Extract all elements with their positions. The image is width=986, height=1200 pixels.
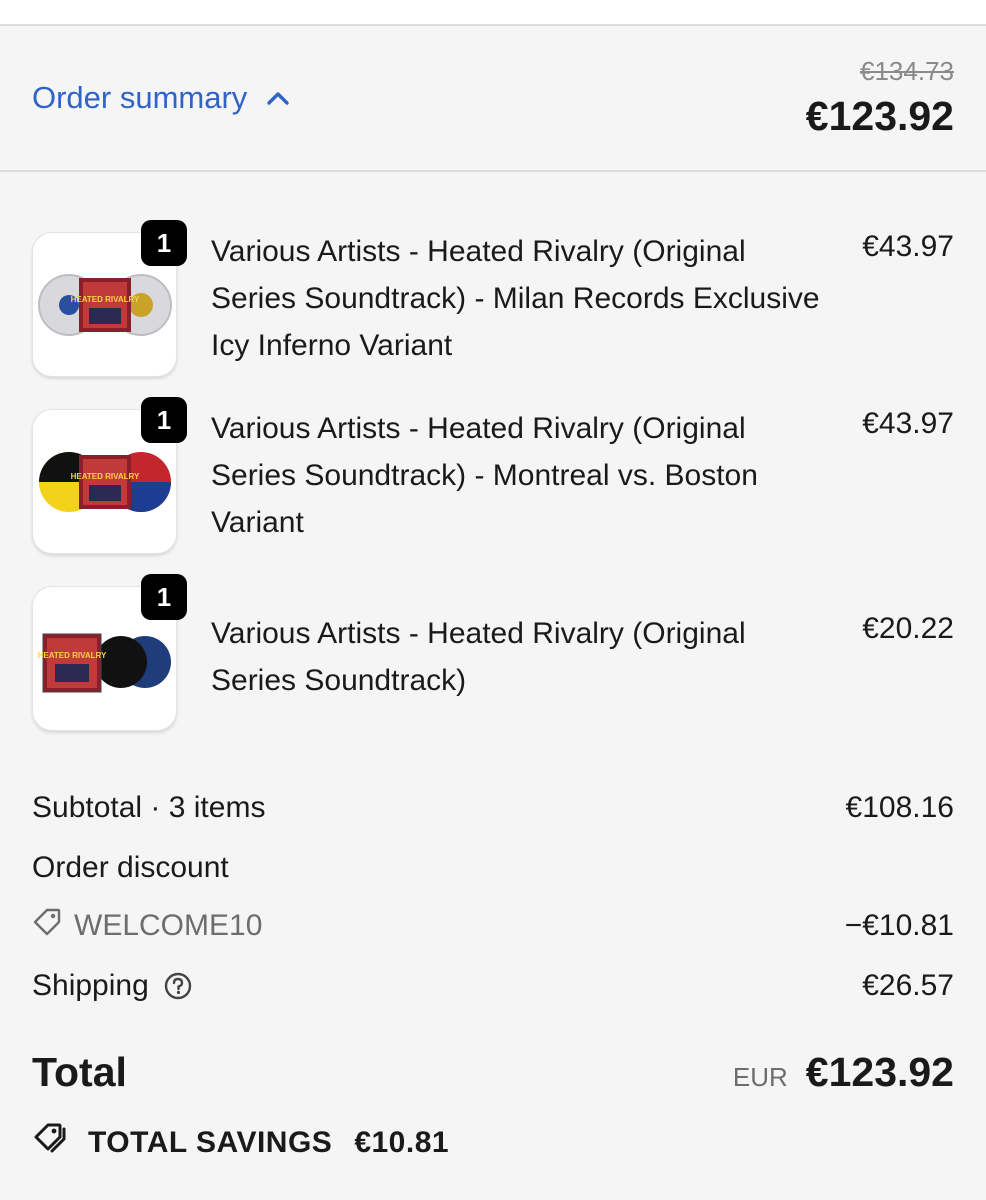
line-item: HEATED RIVALRY 1 Various Artists - Heate…	[32, 397, 954, 554]
order-summary-toggle[interactable]: Order summary	[32, 80, 291, 116]
shipping-value: €26.57	[862, 969, 954, 1002]
chevron-up-icon[interactable]	[265, 85, 291, 111]
order-summary-label[interactable]: Order summary	[32, 80, 247, 116]
total-savings: TOTAL SAVINGS €10.81	[32, 1122, 954, 1164]
total-value: €123.92	[805, 1049, 954, 1095]
quantity-badge: 1	[141, 397, 187, 443]
order-discount-label: Order discount	[32, 851, 229, 884]
subtotal-row: Subtotal · 3 items €108.16	[32, 791, 954, 825]
header-total-price: €123.92	[805, 93, 954, 139]
subtotal-label: Subtotal · 3 items	[32, 791, 266, 824]
order-discount-row: Order discount	[32, 851, 954, 885]
quantity-badge: 1	[141, 574, 187, 620]
product-price: €43.97	[862, 230, 954, 263]
total-amount: EUR €123.92	[733, 1049, 954, 1096]
help-circle-icon[interactable]	[163, 971, 193, 1001]
checkout-page: Order summary €134.73 €123.92 HEATED RIV…	[0, 0, 986, 1200]
quantity-badge: 1	[141, 220, 187, 266]
shipping-label-wrap: Shipping	[32, 969, 193, 1003]
top-bar	[0, 0, 986, 26]
currency-code: EUR	[732, 1062, 788, 1092]
product-thumbnail-wrap: HEATED RIVALRY 1	[32, 397, 187, 554]
order-summary-header[interactable]: Order summary €134.73 €123.92	[0, 26, 986, 172]
product-price: €20.22	[862, 612, 954, 645]
discount-code-text: WELCOME10	[74, 909, 263, 942]
total-row: Total EUR €123.92	[32, 1049, 954, 1096]
product-title: Various Artists - Heated Rivalry (Origin…	[211, 235, 820, 362]
product-thumbnail-wrap: HEATED RIVALRY 1	[32, 220, 187, 377]
tag-icon	[32, 907, 62, 945]
thumb-art-text: HEATED RIVALRY	[37, 651, 106, 660]
totals-section: Subtotal · 3 items €108.16 Order discoun…	[0, 767, 986, 1164]
subtotal-value: €108.16	[845, 791, 954, 824]
discount-code: WELCOME10	[32, 907, 262, 945]
discount-code-row: WELCOME10 −€10.81	[32, 907, 954, 945]
line-item: HEATED RIVALRY 1 Various Artists - Heate…	[32, 220, 954, 377]
product-price: €43.97	[862, 407, 954, 440]
savings-value: €10.81	[354, 1126, 450, 1159]
thumb-art-text: HEATED RIVALRY	[70, 295, 139, 304]
shipping-label: Shipping	[32, 969, 149, 1002]
shipping-row: Shipping €26.57	[32, 969, 954, 1003]
header-prices: €134.73 €123.92	[806, 56, 954, 140]
savings-tag-icon	[32, 1122, 70, 1164]
line-item: HEATED RIVALRY 1 Various Artists - Heate…	[32, 574, 954, 731]
original-price: €134.73	[860, 56, 954, 86]
product-title: Various Artists - Heated Rivalry (Origin…	[211, 617, 746, 697]
savings-label: TOTAL SAVINGS	[88, 1126, 333, 1159]
thumb-art-text: HEATED RIVALRY	[70, 472, 139, 481]
line-items: HEATED RIVALRY 1 Various Artists - Heate…	[0, 172, 986, 731]
discount-value: −€10.81	[844, 909, 954, 942]
product-thumbnail-wrap: HEATED RIVALRY 1	[32, 574, 187, 731]
total-label: Total	[32, 1049, 127, 1095]
product-title: Various Artists - Heated Rivalry (Origin…	[211, 412, 758, 539]
